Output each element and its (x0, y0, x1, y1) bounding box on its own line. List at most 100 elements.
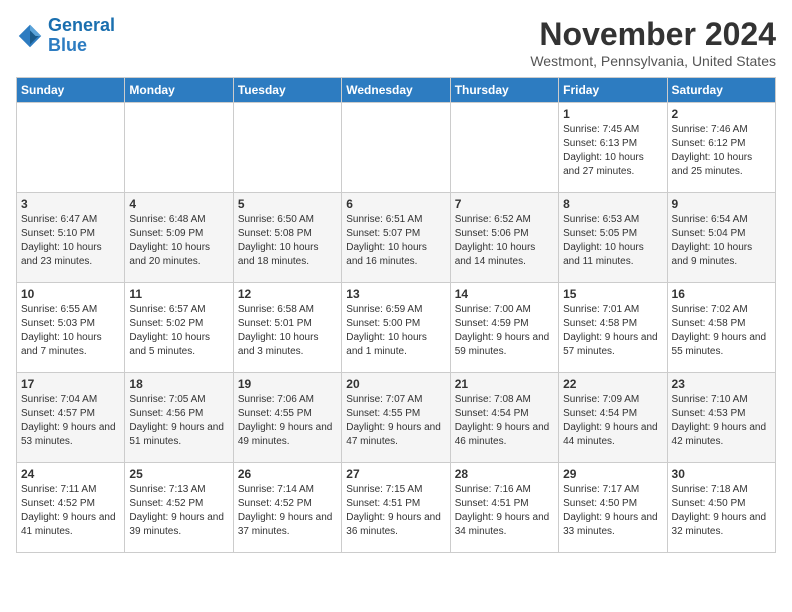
calendar-week-4: 17 Sunrise: 7:04 AM Sunset: 4:57 PM Dayli… (17, 373, 776, 463)
day-number: 1 (563, 107, 662, 121)
day-number: 30 (672, 467, 771, 481)
calendar-cell: 29 Sunrise: 7:17 AM Sunset: 4:50 PM Dayli… (559, 463, 667, 553)
calendar-header-row: SundayMondayTuesdayWednesdayThursdayFrid… (17, 78, 776, 103)
calendar-cell: 24 Sunrise: 7:11 AM Sunset: 4:52 PM Dayli… (17, 463, 125, 553)
calendar-cell: 13 Sunrise: 6:59 AM Sunset: 5:00 PM Dayli… (342, 283, 450, 373)
cell-content: Sunrise: 7:08 AM Sunset: 4:54 PM Dayligh… (455, 393, 554, 449)
calendar-cell: 18Sunrise: 7:05 AM Sunset: 4:56 PM Dayli… (125, 373, 233, 463)
day-number: 4 (129, 197, 228, 211)
cell-content: Sunrise: 6:55 AM Sunset: 5:03 PM Dayligh… (21, 303, 120, 359)
day-number: 5 (238, 197, 337, 211)
calendar-cell: 17 Sunrise: 7:04 AM Sunset: 4:57 PM Dayli… (17, 373, 125, 463)
calendar-cell: 14 Sunrise: 7:00 AM Sunset: 4:59 PM Dayli… (450, 283, 558, 373)
logo-icon (16, 22, 44, 50)
calendar-body: 1 Sunrise: 7:45 AM Sunset: 6:13 PM Daylig… (17, 103, 776, 553)
calendar-cell: 9Sunrise: 6:54 AM Sunset: 5:04 PM Daylig… (667, 193, 775, 283)
cell-content: Sunrise: 7:11 AM Sunset: 4:52 PM Dayligh… (21, 483, 120, 539)
day-number: 19 (238, 377, 337, 391)
day-number: 7 (455, 197, 554, 211)
calendar-cell (233, 103, 341, 193)
calendar-cell: 26 Sunrise: 7:14 AM Sunset: 4:52 PM Dayli… (233, 463, 341, 553)
day-number: 24 (21, 467, 120, 481)
cell-content: Sunrise: 6:58 AM Sunset: 5:01 PM Dayligh… (238, 303, 337, 359)
column-header-thursday: Thursday (450, 78, 558, 103)
cell-content: Sunrise: 7:17 AM Sunset: 4:50 PM Dayligh… (563, 483, 662, 539)
column-header-saturday: Saturday (667, 78, 775, 103)
cell-content: Sunrise: 7:06 AM Sunset: 4:55 PM Dayligh… (238, 393, 337, 449)
cell-content: Sunrise: 7:04 AM Sunset: 4:57 PM Dayligh… (21, 393, 120, 449)
calendar-cell: 25Sunrise: 7:13 AM Sunset: 4:52 PM Dayli… (125, 463, 233, 553)
calendar-cell: 5Sunrise: 6:50 AM Sunset: 5:08 PM Daylig… (233, 193, 341, 283)
day-number: 17 (21, 377, 120, 391)
column-header-monday: Monday (125, 78, 233, 103)
cell-content: Sunrise: 7:16 AM Sunset: 4:51 PM Dayligh… (455, 483, 554, 539)
column-header-sunday: Sunday (17, 78, 125, 103)
day-number: 15 (563, 287, 662, 301)
calendar-cell: 21 Sunrise: 7:08 AM Sunset: 4:54 PM Dayli… (450, 373, 558, 463)
title-block: November 2024 Westmont, Pennsylvania, Un… (530, 16, 776, 69)
calendar-cell: 4 Sunrise: 6:48 AM Sunset: 5:09 PM Daylig… (125, 193, 233, 283)
calendar-cell (125, 103, 233, 193)
day-number: 10 (21, 287, 120, 301)
calendar-week-5: 24 Sunrise: 7:11 AM Sunset: 4:52 PM Dayli… (17, 463, 776, 553)
logo-text: General Blue (48, 16, 115, 56)
cell-content: Sunrise: 7:02 AM Sunset: 4:58 PM Dayligh… (672, 303, 771, 359)
calendar-cell: 30 Sunrise: 7:18 AM Sunset: 4:50 PM Dayli… (667, 463, 775, 553)
day-number: 14 (455, 287, 554, 301)
calendar-cell: 27Sunrise: 7:15 AM Sunset: 4:51 PM Dayli… (342, 463, 450, 553)
cell-content: Sunrise: 7:14 AM Sunset: 4:52 PM Dayligh… (238, 483, 337, 539)
logo: General Blue (16, 16, 115, 56)
calendar-cell: 7 Sunrise: 6:52 AM Sunset: 5:06 PM Daylig… (450, 193, 558, 283)
column-header-tuesday: Tuesday (233, 78, 341, 103)
logo-general: General (48, 15, 115, 35)
calendar-cell (450, 103, 558, 193)
calendar-cell: 3Sunrise: 6:47 AM Sunset: 5:10 PM Daylig… (17, 193, 125, 283)
cell-content: Sunrise: 7:45 AM Sunset: 6:13 PM Dayligh… (563, 123, 662, 179)
calendar-cell: 23Sunrise: 7:10 AM Sunset: 4:53 PM Dayli… (667, 373, 775, 463)
calendar-week-3: 10 Sunrise: 6:55 AM Sunset: 5:03 PM Dayli… (17, 283, 776, 373)
day-number: 26 (238, 467, 337, 481)
day-number: 18 (129, 377, 228, 391)
calendar-cell: 1 Sunrise: 7:45 AM Sunset: 6:13 PM Daylig… (559, 103, 667, 193)
day-number: 29 (563, 467, 662, 481)
day-number: 20 (346, 377, 445, 391)
day-number: 13 (346, 287, 445, 301)
day-number: 11 (129, 287, 228, 301)
cell-content: Sunrise: 6:48 AM Sunset: 5:09 PM Dayligh… (129, 213, 228, 269)
calendar-cell (17, 103, 125, 193)
day-number: 2 (672, 107, 771, 121)
calendar-cell: 20Sunrise: 7:07 AM Sunset: 4:55 PM Dayli… (342, 373, 450, 463)
day-number: 16 (672, 287, 771, 301)
cell-content: Sunrise: 7:00 AM Sunset: 4:59 PM Dayligh… (455, 303, 554, 359)
day-number: 28 (455, 467, 554, 481)
calendar-cell: 15Sunrise: 7:01 AM Sunset: 4:58 PM Dayli… (559, 283, 667, 373)
month-title: November 2024 (530, 16, 776, 53)
calendar-table: SundayMondayTuesdayWednesdayThursdayFrid… (16, 77, 776, 553)
cell-content: Sunrise: 7:18 AM Sunset: 4:50 PM Dayligh… (672, 483, 771, 539)
calendar-cell: 6Sunrise: 6:51 AM Sunset: 5:07 PM Daylig… (342, 193, 450, 283)
day-number: 8 (563, 197, 662, 211)
day-number: 23 (672, 377, 771, 391)
cell-content: Sunrise: 6:57 AM Sunset: 5:02 PM Dayligh… (129, 303, 228, 359)
cell-content: Sunrise: 6:53 AM Sunset: 5:05 PM Dayligh… (563, 213, 662, 269)
calendar-week-2: 3Sunrise: 6:47 AM Sunset: 5:10 PM Daylig… (17, 193, 776, 283)
day-number: 22 (563, 377, 662, 391)
day-number: 21 (455, 377, 554, 391)
day-number: 27 (346, 467, 445, 481)
calendar-cell: 8 Sunrise: 6:53 AM Sunset: 5:05 PM Daylig… (559, 193, 667, 283)
calendar-cell: 11 Sunrise: 6:57 AM Sunset: 5:02 PM Dayli… (125, 283, 233, 373)
page-header: General Blue November 2024 Westmont, Pen… (16, 16, 776, 69)
calendar-cell: 12 Sunrise: 6:58 AM Sunset: 5:01 PM Dayli… (233, 283, 341, 373)
cell-content: Sunrise: 7:09 AM Sunset: 4:54 PM Dayligh… (563, 393, 662, 449)
cell-content: Sunrise: 6:52 AM Sunset: 5:06 PM Dayligh… (455, 213, 554, 269)
column-header-wednesday: Wednesday (342, 78, 450, 103)
cell-content: Sunrise: 6:59 AM Sunset: 5:00 PM Dayligh… (346, 303, 445, 359)
logo-blue: Blue (48, 36, 115, 56)
cell-content: Sunrise: 7:46 AM Sunset: 6:12 PM Dayligh… (672, 123, 771, 179)
day-number: 9 (672, 197, 771, 211)
day-number: 12 (238, 287, 337, 301)
day-number: 25 (129, 467, 228, 481)
day-number: 6 (346, 197, 445, 211)
calendar-cell: 16 Sunrise: 7:02 AM Sunset: 4:58 PM Dayli… (667, 283, 775, 373)
cell-content: Sunrise: 6:47 AM Sunset: 5:10 PM Dayligh… (21, 213, 120, 269)
